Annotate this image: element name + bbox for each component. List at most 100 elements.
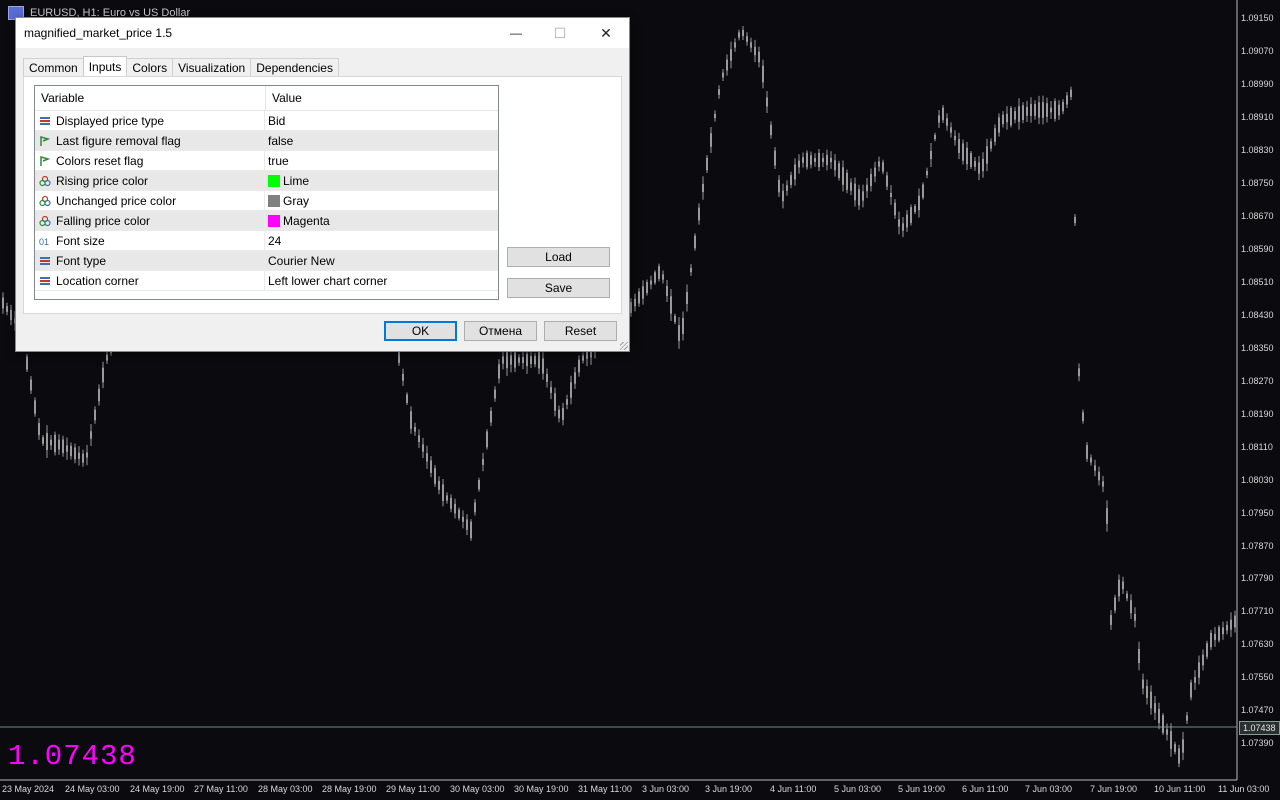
time-axis-label: 3 Jun 03:00 (642, 784, 690, 794)
candle-body (738, 32, 740, 38)
value-cell[interactable]: Bid (265, 111, 498, 130)
tab-colors[interactable]: Colors (126, 58, 174, 77)
candle-body (1158, 708, 1160, 724)
table-row[interactable]: Font type Courier New (35, 251, 498, 271)
variable-cell: Rising price color (35, 171, 265, 190)
table-row[interactable]: Rising price color Lime (35, 171, 498, 191)
candle-body (38, 423, 40, 435)
candle-body (1102, 481, 1104, 487)
candle-body (1178, 748, 1180, 764)
tab-dependencies[interactable]: Dependencies (250, 58, 339, 77)
candle-body (746, 36, 748, 42)
candle-body (1130, 600, 1132, 614)
candle-body (98, 388, 100, 402)
tab-inputs[interactable]: Inputs (82, 56, 128, 77)
candle-body (794, 164, 796, 180)
value-cell[interactable]: Magenta (265, 211, 498, 230)
candle-body (518, 357, 520, 363)
table-row[interactable]: Unchanged price color Gray (35, 191, 498, 211)
column-header-value[interactable]: Value (266, 86, 498, 110)
candle-body (846, 172, 848, 190)
value-cell[interactable]: Left lower chart corner (265, 271, 498, 290)
dialog-titlebar[interactable]: magnified_market_price 1.5 — ☐ ✕ (16, 18, 629, 48)
candle-body (810, 155, 812, 165)
ok-button[interactable]: OK (384, 321, 457, 341)
variable-cell: Last figure removal flag (35, 131, 265, 150)
candle-body (562, 408, 564, 420)
candle-body (478, 479, 480, 490)
candle-body (914, 206, 916, 212)
color-icon (39, 215, 51, 227)
value-cell[interactable]: false (265, 131, 498, 150)
cancel-button[interactable]: Отмена (464, 321, 537, 341)
candle-body (866, 184, 868, 192)
table-row[interactable]: Last figure removal flag false (35, 131, 498, 151)
candle-body (986, 146, 988, 164)
candle-body (634, 298, 636, 307)
time-axis-label: 5 Jun 03:00 (834, 784, 882, 794)
resize-grip[interactable] (620, 342, 628, 350)
candle-body (1226, 624, 1228, 631)
minimize-button[interactable]: — (493, 18, 539, 48)
candle-body (1126, 593, 1128, 599)
column-header-variable[interactable]: Variable (35, 86, 266, 110)
value-cell[interactable]: Gray (265, 191, 498, 210)
time-axis-label: 29 May 11:00 (386, 784, 440, 794)
enum-icon (39, 115, 51, 127)
enum-icon (39, 255, 51, 267)
candle-body (1094, 465, 1096, 471)
candle-body (1062, 102, 1064, 112)
candle-body (1066, 95, 1068, 105)
candle-body (962, 143, 964, 161)
candle-body (406, 394, 408, 403)
value-cell[interactable]: Lime (265, 171, 498, 190)
variable-cell: Font type (35, 251, 265, 270)
table-row[interactable]: Colors reset flag true (35, 151, 498, 171)
variable-label: Location corner (56, 273, 139, 288)
candle-body (898, 219, 900, 227)
candle-body (998, 117, 1000, 133)
dialog-title: magnified_market_price 1.5 (24, 26, 173, 40)
candle-body (514, 352, 516, 368)
candle-body (1078, 368, 1080, 377)
table-row[interactable]: Displayed price type Bid (35, 111, 498, 131)
candle-body (838, 163, 840, 179)
color-icon (39, 195, 51, 207)
value-cell[interactable]: true (265, 151, 498, 170)
close-button[interactable]: ✕ (583, 18, 629, 48)
minimize-icon: — (510, 26, 522, 40)
time-axis-label: 3 Jun 19:00 (705, 784, 753, 794)
table-row[interactable]: 01 Font size 24 (35, 231, 498, 251)
candle-body (458, 509, 460, 519)
maximize-button[interactable]: ☐ (537, 18, 583, 48)
table-row[interactable]: Falling price color Magenta (35, 211, 498, 231)
candle-body (742, 29, 744, 37)
candle-body (1218, 627, 1220, 641)
tab-common[interactable]: Common (23, 58, 84, 77)
variable-label: Font type (56, 253, 107, 268)
color-swatch (268, 194, 280, 207)
candle-body (1034, 104, 1036, 116)
value-cell[interactable]: 24 (265, 231, 498, 250)
candle-body (902, 223, 904, 231)
candle-body (946, 118, 948, 126)
reset-button[interactable]: Reset (544, 321, 617, 341)
candle-body (1002, 114, 1004, 125)
price-axis-label: 1.09070 (1241, 45, 1274, 56)
load-button[interactable]: Load (507, 247, 610, 267)
candle-body (678, 325, 680, 341)
value-cell[interactable]: Courier New (265, 251, 498, 270)
candle-body (434, 468, 436, 484)
inputs-panel: Variable Value Displayed price type Bid La… (23, 76, 622, 314)
candle-body (814, 157, 816, 163)
candle-body (582, 355, 584, 361)
tab-visualization[interactable]: Visualization (172, 58, 252, 77)
price-axis-label: 1.08030 (1241, 474, 1274, 485)
save-button[interactable]: Save (507, 278, 610, 298)
candle-body (974, 161, 976, 167)
candle-body (86, 452, 88, 458)
table-row[interactable]: Location corner Left lower chart corner (35, 271, 498, 291)
candle-body (574, 372, 576, 384)
candle-body (1214, 633, 1216, 640)
candle-body (54, 434, 56, 453)
